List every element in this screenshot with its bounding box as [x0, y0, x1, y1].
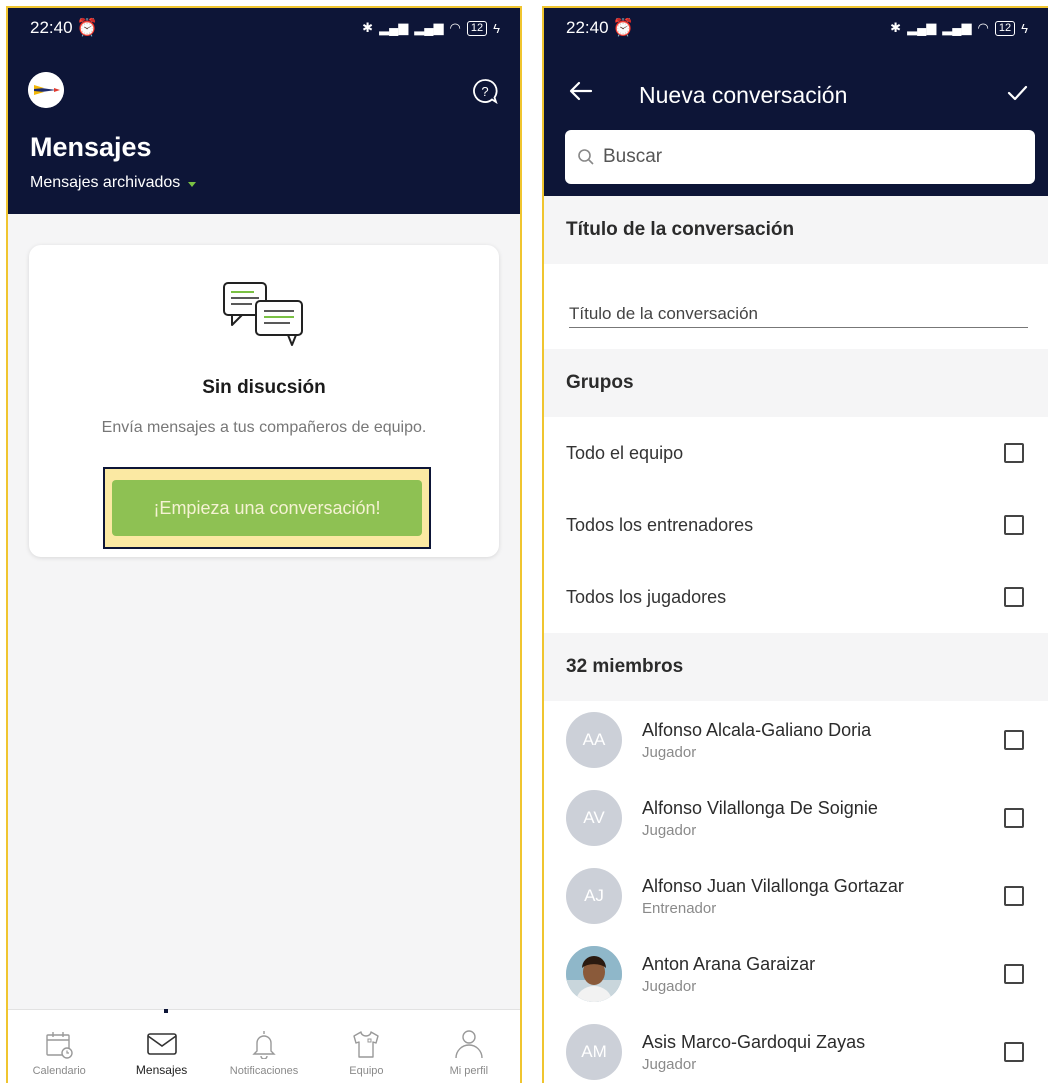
group-row-todos-los-entrenadores[interactable]: Todos los entrenadores	[544, 489, 1048, 561]
nav-item-equipo[interactable]: Equipo	[315, 1010, 417, 1083]
signal-icon: ▂▄▆	[414, 20, 444, 35]
calendar-icon	[46, 1032, 73, 1059]
search-input[interactable]	[603, 146, 1003, 168]
nav-label: Calendario	[32, 1065, 86, 1077]
charging-icon: ϟ	[1021, 20, 1028, 36]
cta-highlight: ¡Empieza una conversación!	[103, 467, 431, 549]
member-checkbox[interactable]	[1004, 1042, 1024, 1062]
group-label: Todo el equipo	[566, 442, 684, 463]
start-conversation-button[interactable]: ¡Empieza una conversación!	[112, 480, 422, 536]
nav-label: Notificaciones	[229, 1065, 299, 1077]
status-time: 22:40	[566, 18, 609, 37]
group-row-todo-el-equipo[interactable]: Todo el equipo	[544, 417, 1048, 489]
avatar: AJ	[566, 868, 622, 924]
signal-icon: ▂▄▆	[907, 20, 937, 35]
signal-icon: ▂▄▆	[942, 20, 972, 35]
member-checkbox[interactable]	[1004, 730, 1024, 750]
section-members-header: 32 miembros	[544, 633, 1048, 701]
status-bar: 22:40 ⏰ ✱ ▂▄▆ ▂▄▆ ◠ 12 ϟ	[544, 8, 1048, 48]
member-name: Asis Marco-Gardoqui Zayas	[642, 1031, 866, 1052]
search-icon	[578, 149, 594, 165]
nav-item-notificaciones[interactable]: Notificaciones	[213, 1010, 315, 1083]
member-name: Anton Arana Garaizar	[642, 953, 816, 974]
nav-label: Equipo	[349, 1065, 384, 1077]
group-checkbox[interactable]	[1004, 587, 1024, 607]
charging-icon: ϟ	[493, 20, 500, 36]
bluetooth-icon: ✱	[890, 20, 902, 35]
member-row[interactable]: AM Asis Marco-Gardoqui Zayas Jugador	[544, 1013, 1048, 1083]
nav-item-mensajes[interactable]: Mensajes	[110, 1009, 212, 1083]
member-role: Jugador	[642, 1055, 697, 1073]
bluetooth-icon: ✱	[362, 20, 374, 35]
confirm-check-icon[interactable]	[1006, 82, 1028, 109]
conversation-title-block	[544, 264, 1048, 349]
member-row[interactable]: Anton Arana Garaizar Jugador	[544, 935, 1048, 1013]
nav-label: Mensajes	[135, 1063, 188, 1077]
member-checkbox[interactable]	[1004, 886, 1024, 906]
avatar: AV	[566, 790, 622, 846]
alarm-icon: ⏰	[612, 18, 634, 37]
section-title-header: Título de la conversación	[544, 196, 1048, 264]
messages-screen: 22:40 ⏰ ✱ ▂▄▆ ▂▄▆ ◠ 12 ϟ ? Mensajes Mens…	[6, 6, 522, 1083]
new-conversation-header: 22:40 ⏰ ✱ ▂▄▆ ▂▄▆ ◠ 12 ϟ Nueva conversaci…	[544, 8, 1048, 196]
wifi-icon: ◠	[977, 20, 989, 35]
status-bar: 22:40 ⏰ ✱ ▂▄▆ ▂▄▆ ◠ 12 ϟ	[8, 8, 520, 48]
signal-icon: ▂▄▆	[379, 20, 409, 35]
person-icon	[455, 1030, 483, 1059]
member-role: Jugador	[642, 821, 697, 839]
member-role: Jugador	[642, 977, 697, 995]
member-row[interactable]: AV Alfonso Vilallonga De Soignie Jugador	[544, 779, 1048, 857]
mail-icon	[146, 1033, 177, 1055]
new-conversation-screen: 22:40 ⏰ ✱ ▂▄▆ ▂▄▆ ◠ 12 ϟ Nueva conversaci…	[542, 6, 1048, 1083]
nav-highlight	[163, 1009, 168, 1013]
member-row[interactable]: AJ Alfonso Juan Vilallonga Gortazar Entr…	[544, 857, 1048, 935]
battery-icon: 12	[994, 20, 1016, 36]
archived-dropdown-label: Mensajes archivados	[30, 174, 181, 191]
back-arrow-icon[interactable]	[568, 78, 594, 109]
wifi-icon: ◠	[449, 20, 461, 35]
status-time: 22:40	[30, 18, 73, 37]
page-title: Mensajes	[30, 132, 152, 162]
conversation-title-input[interactable]	[569, 300, 1028, 328]
member-role: Entrenador	[642, 899, 717, 917]
nav-item-calendario[interactable]: Calendario	[8, 1010, 110, 1083]
group-label: Todos los entrenadores	[566, 514, 754, 535]
bottom-nav: Calendario Mensajes Notificaciones Equip	[8, 1009, 520, 1083]
page-title: Nueva conversación	[639, 82, 848, 108]
avatar: AM	[566, 1024, 622, 1080]
group-checkbox[interactable]	[1004, 515, 1024, 535]
avatar-photo	[566, 946, 622, 1002]
member-name: Alfonso Alcala-Galiano Doria	[642, 719, 872, 740]
chevron-down-icon	[188, 181, 197, 187]
alarm-icon: ⏰	[76, 18, 98, 37]
chat-bubbles-icon	[222, 281, 306, 352]
member-checkbox[interactable]	[1004, 808, 1024, 828]
nav-item-mi-perfil[interactable]: Mi perfil	[418, 1010, 520, 1083]
group-label: Todos los jugadores	[566, 586, 727, 607]
section-groups-header: Grupos	[544, 349, 1048, 417]
archived-dropdown[interactable]: Mensajes archivados	[30, 174, 197, 192]
member-row[interactable]: AA Alfonso Alcala-Galiano Doria Jugador	[544, 701, 1048, 779]
empty-state-title: Sin disucsión	[202, 377, 326, 398]
help-icon[interactable]: ?	[472, 78, 498, 109]
member-name: Alfonso Juan Vilallonga Gortazar	[642, 875, 904, 896]
avatar: AA	[566, 712, 622, 768]
shirt-icon	[353, 1031, 380, 1058]
empty-state-card: Sin disucsión Envía mensajes a tus compa…	[29, 245, 499, 557]
club-logo[interactable]	[28, 72, 64, 108]
nav-label: Mi perfil	[449, 1065, 489, 1077]
member-name: Alfonso Vilallonga De Soignie	[642, 797, 878, 818]
group-checkbox[interactable]	[1004, 443, 1024, 463]
battery-icon: 12	[466, 20, 488, 36]
member-checkbox[interactable]	[1004, 964, 1024, 984]
svg-text:?: ?	[481, 84, 488, 99]
messages-header: 22:40 ⏰ ✱ ▂▄▆ ▂▄▆ ◠ 12 ϟ ? Mensajes Mens…	[8, 8, 520, 214]
empty-state-subtitle: Envía mensajes a tus compañeros de equip…	[101, 419, 427, 436]
group-row-todos-los-jugadores[interactable]: Todos los jugadores	[544, 561, 1048, 633]
bell-icon	[252, 1031, 276, 1059]
member-role: Jugador	[642, 743, 697, 761]
search-box[interactable]	[565, 130, 1035, 184]
